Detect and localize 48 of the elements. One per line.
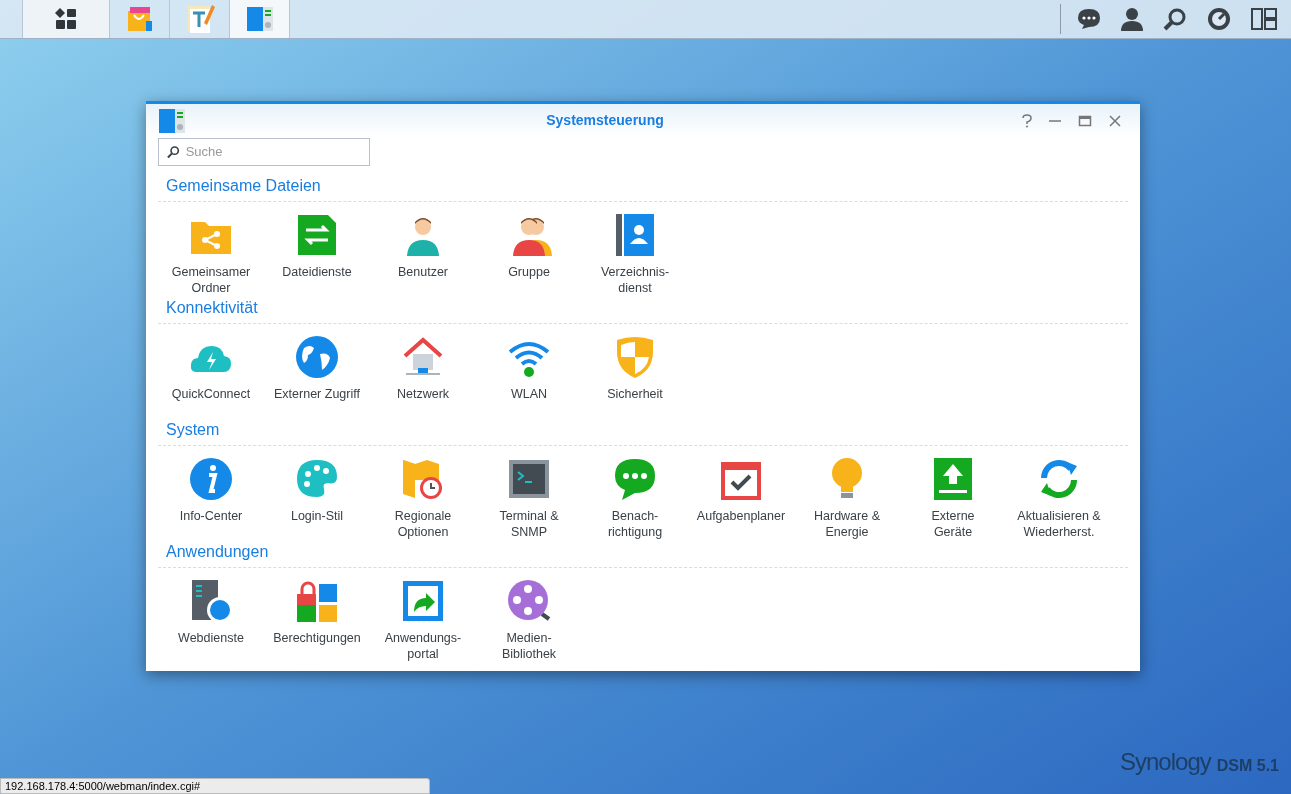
- close-icon[interactable]: [1108, 113, 1122, 128]
- section-heading: Anwendungen: [165, 542, 270, 562]
- brand-logo-text: Synology: [1120, 747, 1211, 777]
- control-panel-item[interactable]: Gemeinsamer Ordner: [158, 212, 264, 298]
- control-panel-item[interactable]: Verzeichnis- dienst: [582, 212, 688, 298]
- main-menu-button[interactable]: [22, 0, 110, 38]
- section-heading: Konnektivität: [165, 298, 259, 318]
- grid-icon: [55, 8, 77, 30]
- control-panel-item[interactable]: Dateidienste: [264, 212, 370, 298]
- maximize-icon[interactable]: [1078, 113, 1092, 128]
- control-panel-item[interactable]: QuickConnect: [158, 334, 264, 420]
- control-panel-item[interactable]: Aufgabenplaner: [688, 456, 794, 542]
- chat-icon[interactable]: [1077, 8, 1101, 30]
- layout-icon[interactable]: [1251, 8, 1277, 30]
- search-field[interactable]: Suche: [158, 138, 370, 166]
- control-panel-item[interactable]: WLAN: [476, 334, 582, 420]
- control-panel-item[interactable]: Info-Center: [158, 456, 264, 542]
- chat-bubble-icon: [612, 456, 658, 502]
- control-panel-item[interactable]: Hardware & Energie: [794, 456, 900, 542]
- control-panel-item[interactable]: Gruppe: [476, 212, 582, 298]
- control-panel-item[interactable]: Benach- richtigung: [582, 456, 688, 542]
- gauge-icon[interactable]: [1207, 7, 1231, 31]
- control-panel-item[interactable]: Benutzer: [370, 212, 476, 298]
- control-panel-item[interactable]: Berechtigungen: [264, 578, 370, 664]
- search-icon[interactable]: [1163, 7, 1187, 31]
- control-panel-item[interactable]: Aktualisieren & Wiederherst.: [1006, 456, 1112, 542]
- search-input[interactable]: Suche: [185, 142, 361, 162]
- control-panel-item[interactable]: Netzwerk: [370, 334, 476, 420]
- search-icon: [167, 145, 180, 159]
- section-heading: Gemeinsame Dateien: [165, 176, 322, 196]
- help-icon[interactable]: [1022, 113, 1032, 128]
- window-title: Systemsteuerung: [545, 111, 665, 130]
- info-icon: [188, 456, 234, 502]
- control-panel-item[interactable]: Sicherheit: [582, 334, 688, 420]
- control-panel-item[interactable]: Medien- Bibliothek: [476, 578, 582, 664]
- control-panel-item[interactable]: Anwendungs- portal: [370, 578, 476, 664]
- section-heading: System: [165, 420, 221, 440]
- user-icon[interactable]: [1121, 7, 1143, 31]
- globe-icon: [294, 334, 340, 380]
- taskbar-app-button[interactable]: [230, 0, 290, 38]
- status-bar: 192.168.178.4:5000/webman/index.cgi#: [0, 778, 430, 794]
- control-panel-item[interactable]: Login-Stil: [264, 456, 370, 542]
- control-panel-item[interactable]: Terminal & SNMP: [476, 456, 582, 542]
- version-text: DSM 5.1: [1216, 756, 1279, 776]
- control-panel-item[interactable]: Externe Geräte: [900, 456, 1006, 542]
- control-panel-item[interactable]: Webdienste: [158, 578, 264, 664]
- control-panel-item[interactable]: Regionale Optionen: [370, 456, 476, 542]
- control-panel-item[interactable]: Externer Zugriff: [264, 334, 370, 420]
